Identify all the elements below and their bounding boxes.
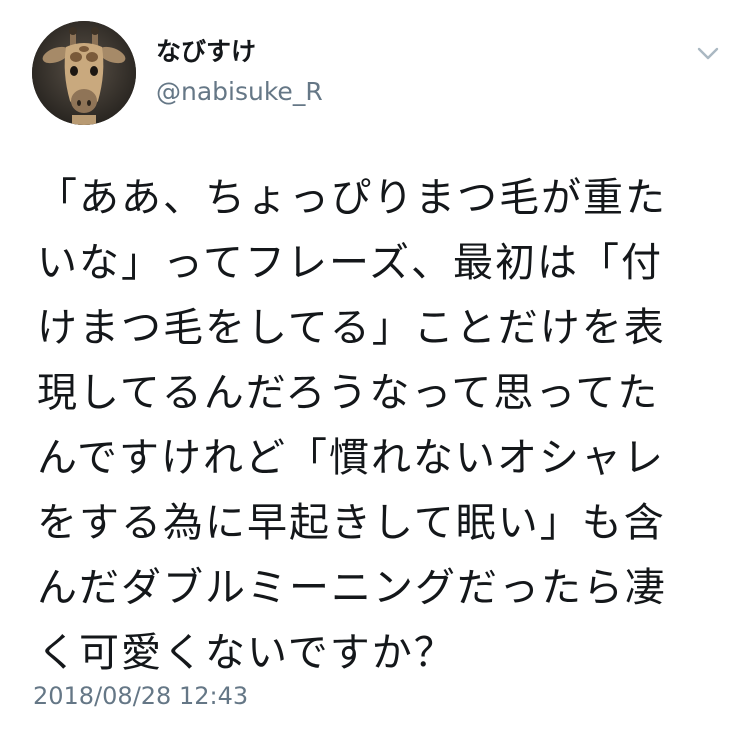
- tweet-text-line: んですけれど「慣れないオシャレ: [37, 435, 665, 481]
- tweet-text-line: けまつ毛をしてる」ことだけを表: [37, 305, 666, 351]
- tweet-text-line: んだダブルミーニングだったら凄: [37, 565, 667, 611]
- tweet-text-line: 現してるんだろうなって思ってた: [37, 370, 660, 416]
- user-avatar[interactable]: [32, 21, 136, 125]
- tweet-card: なびすけ @nabisuke_R 「ああ、ちょっぴりまつ毛が重た いな」ってフレ…: [0, 0, 750, 736]
- chevron-down-icon: [697, 47, 719, 60]
- tweet-text: 「ああ、ちょっぴりまつ毛が重た いな」ってフレーズ、最初は「付 けまつ毛をしてる…: [37, 166, 717, 686]
- tweet-menu-button[interactable]: [692, 42, 724, 66]
- author-display-name[interactable]: なびすけ: [156, 36, 256, 68]
- author-handle[interactable]: @nabisuke_R: [156, 76, 323, 108]
- tweet-text-line: いな」ってフレーズ、最初は「付: [37, 240, 663, 286]
- giraffe-avatar-icon: [32, 21, 136, 125]
- tweet-timestamp[interactable]: 2018/08/28 12:43: [33, 680, 248, 712]
- tweet-text-line: 「ああ、ちょっぴりまつ毛が重た: [37, 175, 667, 221]
- tweet-text-line: をする為に早起きして眠い」も含: [37, 500, 666, 546]
- tweet-text-line: く可愛くないですか？: [37, 630, 456, 676]
